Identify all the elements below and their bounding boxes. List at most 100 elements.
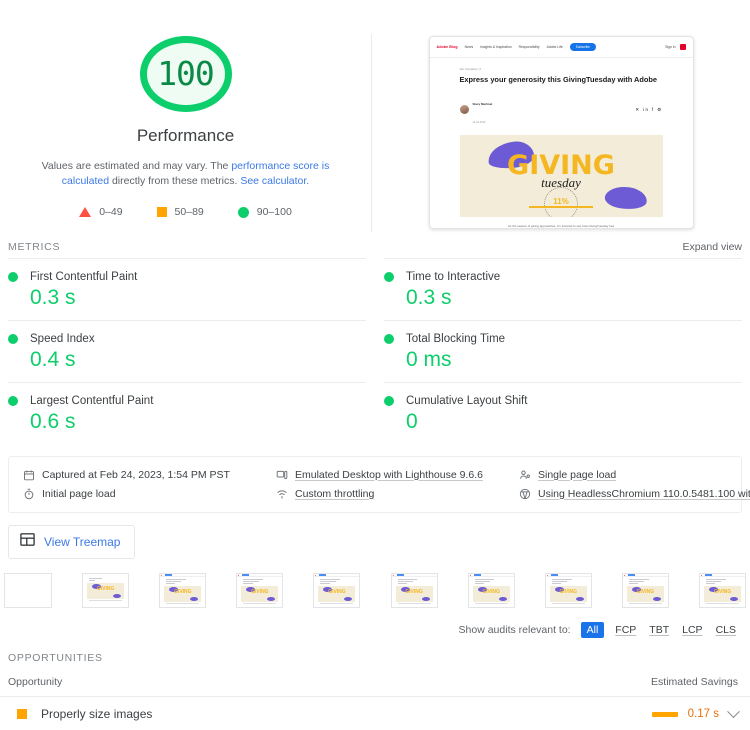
page-title: Performance (136, 125, 235, 145)
legend-label-pass: 90–100 (256, 206, 292, 218)
filmstrip-frame-9[interactable]: GIVING (698, 573, 746, 608)
frame-lines (469, 577, 514, 584)
audit-filter-cls[interactable]: CLS (714, 623, 738, 637)
environment-emulation-text[interactable]: Emulated Desktop with Lighthouse 9.6.6 (295, 469, 483, 481)
metric-head: Time to Interactive (384, 271, 742, 283)
metric-speed-index[interactable]: Speed Index 0.4 s (8, 320, 366, 382)
frame-hero-word: GIVING (559, 589, 578, 595)
frame-hero: GIVING (703, 586, 741, 602)
hero-rule (529, 206, 593, 208)
environment-user-agent[interactable]: Using HeadlessChromium 110.0.5481.100 wi… (519, 484, 750, 503)
circle-pass-icon (384, 334, 394, 344)
filmstrip: GIVING GIVING GIVING GIVING GIVING GIVIN… (0, 559, 750, 608)
circle-pass-icon (237, 206, 249, 218)
see-calculator-link[interactable]: See calculator. (240, 175, 309, 187)
frame-hero: GIVING (164, 586, 202, 602)
frame-lines (237, 577, 282, 584)
circle-pass-icon (8, 272, 18, 282)
frame-lines (83, 574, 128, 581)
metric-label: Total Blocking Time (406, 333, 506, 345)
metric-head: Total Blocking Time (384, 333, 742, 345)
performance-gauge-panel: 100 Performance Values are estimated and… (0, 34, 372, 232)
frame-lines (160, 577, 205, 584)
filmstrip-frame-1[interactable]: GIVING (82, 573, 130, 608)
avatar (459, 105, 469, 115)
score-disclaimer-middle: directly from these metrics. (109, 175, 241, 188)
square-average-icon (17, 709, 27, 719)
environment-user-agent-text[interactable]: Using HeadlessChromium 110.0.5481.100 wi… (538, 488, 750, 500)
final-screenshot[interactable]: Adobe Blog News Insights & Inspiration R… (428, 36, 694, 229)
legend-item-pass: 90–100 (237, 206, 292, 218)
metric-value: 0.4 s (30, 348, 76, 371)
filmstrip-frame-2[interactable]: GIVING (159, 573, 207, 608)
metric-value: 0 (406, 410, 418, 433)
frame-hero: GIVING (626, 586, 664, 602)
frame-lines (546, 577, 591, 584)
frame-lines (700, 577, 745, 584)
treemap-icon (20, 533, 35, 551)
browser-icon (519, 488, 531, 500)
circle-pass-icon (8, 396, 18, 406)
filmstrip-frame-8[interactable]: GIVING (621, 573, 669, 608)
screenshot-eyebrow: Our Company | 3 (459, 67, 481, 71)
filmstrip-frame-5[interactable]: GIVING (390, 573, 438, 608)
environment-captured-at-text: Captured at Feb 24, 2023, 1:54 PM PST (42, 468, 230, 481)
screenshot-nav-item-3: Adobe Life (546, 45, 563, 49)
metric-label: Largest Contentful Paint (30, 395, 154, 407)
opportunity-left: Properly size images (8, 707, 152, 721)
environment-throttling-text[interactable]: Custom throttling (295, 488, 374, 500)
screenshot-author-name: Stacy Martinet (472, 101, 493, 106)
screenshot-byline: Stacy Martinet 11-19-2022 ✕ in f ⚙ (459, 92, 663, 128)
filmstrip-frame-7[interactable]: GIVING (544, 573, 592, 608)
screenshot-nav: Adobe Blog News Insights & Inspiration R… (429, 37, 693, 58)
metric-label: Speed Index (30, 333, 95, 345)
filmstrip-frame-3[interactable]: GIVING (236, 573, 284, 608)
metric-first-contentful-paint[interactable]: First Contentful Paint 0.3 s (8, 258, 366, 320)
circle-pass-icon (8, 334, 18, 344)
metric-cumulative-layout-shift[interactable]: Cumulative Layout Shift 0 (384, 382, 742, 444)
audit-filter-tbt[interactable]: TBT (647, 623, 671, 637)
audit-filter-all[interactable]: All (580, 622, 605, 638)
screenshot-author-block: Stacy Martinet 11-19-2022 (473, 92, 493, 128)
legend-item-fail: 0–49 (79, 206, 123, 218)
table-row[interactable]: Properly size images 0.17 s (0, 697, 750, 730)
environment-initial-page-load: Initial page load (23, 484, 262, 503)
view-treemap-button[interactable]: View Treemap (8, 525, 136, 559)
environment-throttling[interactable]: Custom throttling (276, 484, 505, 503)
environment-emulation[interactable]: Emulated Desktop with Lighthouse 9.6.6 (276, 465, 505, 484)
environment-captured-at: Captured at Feb 24, 2023, 1:54 PM PST (23, 465, 262, 484)
metric-head: Largest Contentful Paint (8, 395, 366, 407)
legend-label-fail: 0–49 (99, 206, 123, 218)
expand-view-toggle[interactable]: Expand view (682, 241, 750, 253)
lighthouse-report: 100 Performance Values are estimated and… (0, 0, 750, 730)
performance-score-value: 100 (157, 54, 215, 94)
square-average-icon (156, 207, 167, 217)
environment-initial-page-load-text: Initial page load (42, 487, 116, 500)
environment-column-emulation: Emulated Desktop with Lighthouse 9.6.6 C… (262, 465, 505, 503)
filmstrip-frame-0[interactable] (4, 573, 52, 608)
environment-page-load-type[interactable]: Single page load (519, 465, 750, 484)
audit-filter-fcp[interactable]: FCP (613, 623, 638, 637)
performance-gauge[interactable]: 100 (139, 36, 232, 112)
metric-largest-contentful-paint[interactable]: Largest Contentful Paint 0.6 s (8, 382, 366, 444)
opportunity-right: 0.17 s (651, 704, 740, 720)
metric-total-blocking-time[interactable]: Total Blocking Time 0 ms (384, 320, 742, 382)
gauge-ring: 100 (139, 36, 232, 112)
hero-seal: 11% (544, 186, 578, 217)
chevron-down-icon[interactable] (727, 704, 740, 718)
network-throttle-icon (276, 488, 288, 500)
frame-hero: GIVING (241, 586, 279, 602)
opportunities-col-opportunity: Opportunity (8, 676, 63, 688)
metrics-grid: First Contentful Paint 0.3 s Time to Int… (0, 258, 750, 444)
opportunities-section-label: OPPORTUNITIES (8, 652, 103, 664)
social-share-icons: ✕ in f ⚙ (635, 106, 663, 112)
filmstrip-frame-4[interactable]: GIVING (313, 573, 361, 608)
metric-time-to-interactive[interactable]: Time to Interactive 0.3 s (384, 258, 742, 320)
screenshot-nav-item-1: Insights & Inspiration (480, 45, 512, 49)
filmstrip-frame-6[interactable]: GIVING (467, 573, 515, 608)
circle-pass-icon (384, 396, 394, 406)
environment-page-load-type-text[interactable]: Single page load (538, 469, 616, 481)
opportunities-col-savings: Estimated Savings (651, 676, 738, 688)
audit-filter-bar: Show audits relevant to: All FCP TBT LCP… (0, 608, 750, 638)
audit-filter-lcp[interactable]: LCP (680, 623, 704, 637)
